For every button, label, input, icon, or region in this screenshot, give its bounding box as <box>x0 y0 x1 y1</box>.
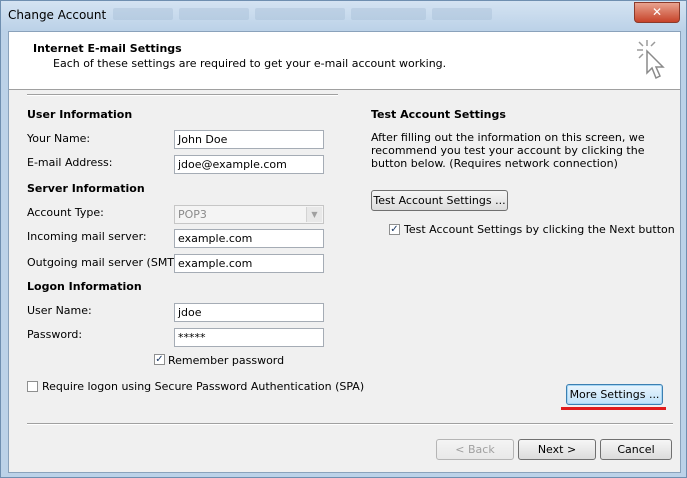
test-settings-heading: Test Account Settings <box>371 108 506 121</box>
account-type-select[interactable]: POP3 ▼ <box>174 205 324 224</box>
header-title: Internet E-mail Settings <box>33 42 182 55</box>
test-settings-description: After filling out the information on thi… <box>371 131 645 170</box>
password-label: Password: <box>27 328 83 341</box>
background-tabs <box>113 8 533 24</box>
remember-password-label[interactable]: Remember password <box>168 354 284 367</box>
outgoing-server-field[interactable]: example.com <box>174 254 324 273</box>
user-name-label: User Name: <box>27 304 92 317</box>
email-address-label: E-mail Address: <box>27 156 113 169</box>
your-name-field[interactable]: John Doe <box>174 130 324 149</box>
account-type-label: Account Type: <box>27 206 104 219</box>
window-title: Change Account <box>8 8 107 22</box>
logon-info-heading: Logon Information <box>27 280 142 293</box>
account-type-value: POP3 <box>178 208 207 221</box>
header-subtitle: Each of these settings are required to g… <box>53 57 447 70</box>
test-account-settings-button[interactable]: Test Account Settings ... <box>371 190 508 211</box>
test-on-next-checkbox[interactable]: ✓ <box>389 224 400 235</box>
cursor-click-icon <box>637 40 665 80</box>
spa-label[interactable]: Require logon using Secure Password Auth… <box>42 380 364 393</box>
test-on-next-label[interactable]: Test Account Settings by clicking the Ne… <box>404 223 675 236</box>
highlight-underline <box>561 407 666 410</box>
cancel-button[interactable]: Cancel <box>600 439 672 460</box>
footer-separator <box>27 423 673 425</box>
remember-password-checkbox[interactable]: ✓ <box>154 354 165 365</box>
more-settings-button[interactable]: More Settings ... <box>566 384 663 405</box>
left-group-separator <box>27 94 338 96</box>
server-info-heading: Server Information <box>27 182 145 195</box>
next-button[interactable]: Next > <box>518 439 596 460</box>
user-name-field[interactable]: jdoe <box>174 303 324 322</box>
chevron-down-icon[interactable]: ▼ <box>306 207 322 222</box>
spa-checkbox[interactable] <box>27 381 38 392</box>
password-field[interactable]: ***** <box>174 328 324 347</box>
back-button[interactable]: < Back <box>436 439 514 460</box>
your-name-label: Your Name: <box>27 132 91 145</box>
close-button[interactable]: ✕ <box>634 2 680 23</box>
dialog-header: Internet E-mail Settings Each of these s… <box>9 32 680 90</box>
outgoing-server-label: Outgoing mail server (SMTP): <box>27 256 189 269</box>
email-address-field[interactable]: jdoe@example.com <box>174 155 324 174</box>
title-bar[interactable]: Change Account ✕ <box>1 1 686 30</box>
incoming-server-label: Incoming mail server: <box>27 230 147 243</box>
user-info-heading: User Information <box>27 108 133 121</box>
incoming-server-field[interactable]: example.com <box>174 229 324 248</box>
